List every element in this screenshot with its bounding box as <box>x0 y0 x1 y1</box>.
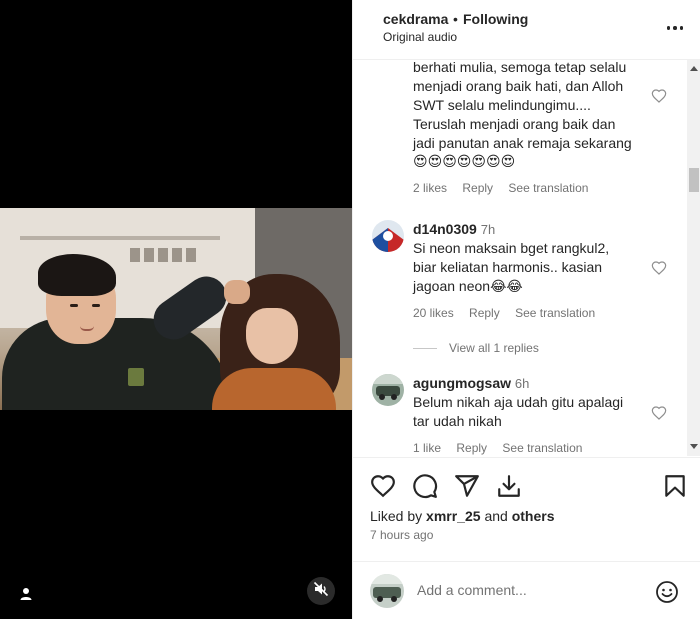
replies-divider-line <box>413 348 437 350</box>
add-comment-bar <box>353 561 700 619</box>
liked-by-text: Liked by xmrr_25 and others <box>370 508 554 524</box>
comment-line: Si neon maksain bget rangkul2, <box>413 240 610 256</box>
comment-like-heart-icon[interactable] <box>651 260 667 276</box>
comments-list[interactable]: berhati mulia, semoga tetap selalu menja… <box>353 60 688 456</box>
comment-username[interactable]: d14n0309 <box>413 221 477 237</box>
comment-line: biar keliatan harmonis.. kasian <box>413 259 603 275</box>
view-replies-label: View all 1 replies <box>449 341 539 355</box>
add-comment-input[interactable] <box>417 582 637 598</box>
video-person-boy-body <box>2 318 232 410</box>
comment-text: agungmogsaw 6h Belum nikah aja udah gitu… <box>413 374 653 431</box>
comment-emojis: 😍😍😍😍😍😍😍 <box>413 154 516 170</box>
scrollbar-thumb[interactable] <box>689 168 699 192</box>
comments-scrollbar[interactable] <box>687 60 700 456</box>
header-separator: • <box>453 11 458 27</box>
avatar <box>370 574 404 608</box>
comment-line: SWT selalu melindungimu.... <box>413 97 591 113</box>
video-person-boy-eye <box>70 304 78 307</box>
person-icon[interactable] <box>18 586 34 602</box>
comment-reply-button[interactable]: Reply <box>469 306 500 320</box>
comment-like-heart-icon[interactable] <box>651 405 667 421</box>
comment-like-heart-icon[interactable] <box>651 88 667 104</box>
more-dots-icon <box>666 26 671 30</box>
post-author-username[interactable]: cekdrama <box>383 11 448 27</box>
video-frame[interactable] <box>0 208 352 410</box>
comment-meta: 20 likes Reply See translation <box>413 306 607 320</box>
post-details-panel: cekdrama • Following Original audio berh… <box>352 0 700 619</box>
comment-icon[interactable] <box>412 473 438 499</box>
video-jacket-patch <box>128 368 144 386</box>
liked-by-user[interactable]: xmrr_25 <box>426 508 481 524</box>
see-translation-link[interactable]: See translation <box>515 306 595 320</box>
original-audio-link[interactable]: Original audio <box>383 30 457 44</box>
video-shelf-boxes <box>130 248 200 262</box>
comment-time: 6h <box>514 376 530 391</box>
video-person-girl-body <box>212 368 336 410</box>
scroll-up-arrow-icon[interactable] <box>690 66 698 71</box>
avatar[interactable] <box>372 374 404 406</box>
following-button[interactable]: Following <box>463 11 528 27</box>
video-person-boy-hair <box>38 254 116 296</box>
see-translation-link[interactable]: See translation <box>508 181 588 195</box>
comment-line: Belum nikah aja udah gitu apalagi <box>413 394 624 410</box>
comment-line: jagoan neon <box>413 278 491 294</box>
comment-line: berhati mulia, semoga tetap selalu <box>413 60 627 75</box>
video-shelf <box>20 236 220 240</box>
comment-meta: 2 likes Reply See translation <box>413 181 600 195</box>
comment-line: tar udah nikah <box>413 413 502 429</box>
comment-line: menjadi orang baik hati, dan Alloh <box>413 78 624 94</box>
video-person-girl-face <box>246 308 298 364</box>
more-dots-icon <box>673 26 677 30</box>
download-icon[interactable] <box>496 473 522 499</box>
scroll-down-arrow-icon[interactable] <box>690 444 698 449</box>
comment-emojis: 😂😂 <box>490 279 523 295</box>
liked-by-prefix: Liked by <box>370 508 423 524</box>
comment-reply-button[interactable]: Reply <box>462 181 493 195</box>
comment-reply-button[interactable]: Reply <box>456 441 487 455</box>
heart-icon[interactable] <box>370 473 396 499</box>
comment-line: jadi panutan anak remaja sekarang <box>413 135 632 151</box>
comment-likes-count[interactable]: 2 likes <box>413 181 447 195</box>
see-translation-link[interactable]: See translation <box>502 441 582 455</box>
video-person-boy-eye <box>92 304 100 307</box>
liked-by-others[interactable]: others <box>512 508 555 524</box>
view-replies-button[interactable]: View all 1 replies <box>413 341 539 355</box>
comment-line: Teruslah menjadi orang baik dan <box>413 116 616 132</box>
send-icon[interactable] <box>454 473 480 499</box>
reel-media-panel[interactable] <box>0 0 352 619</box>
comment-username[interactable]: agungmogsaw <box>413 375 511 391</box>
comment-text: d14n0309 7h Si neon maksain bget rangkul… <box>413 220 653 297</box>
avatar[interactable] <box>372 220 404 252</box>
more-dots-icon <box>679 26 684 30</box>
more-options-button[interactable] <box>663 18 687 38</box>
video-hand <box>224 280 250 304</box>
post-header: cekdrama • Following Original audio <box>353 0 700 60</box>
posted-time[interactable]: 7 hours ago <box>370 528 433 542</box>
comment-text: berhati mulia, semoga tetap selalu menja… <box>413 60 653 172</box>
comment-likes-count[interactable]: 20 likes <box>413 306 454 320</box>
muted-speaker-icon <box>313 581 329 602</box>
bookmark-icon[interactable] <box>662 473 688 499</box>
liked-by-and: and <box>484 508 508 524</box>
mute-button[interactable] <box>307 577 335 605</box>
emoji-icon[interactable] <box>655 580 679 604</box>
post-actions-bar <box>353 457 700 513</box>
comment-time: 7h <box>480 222 496 237</box>
comment-meta: 1 like Reply See translation <box>413 441 594 455</box>
comment-likes-count[interactable]: 1 like <box>413 441 441 455</box>
